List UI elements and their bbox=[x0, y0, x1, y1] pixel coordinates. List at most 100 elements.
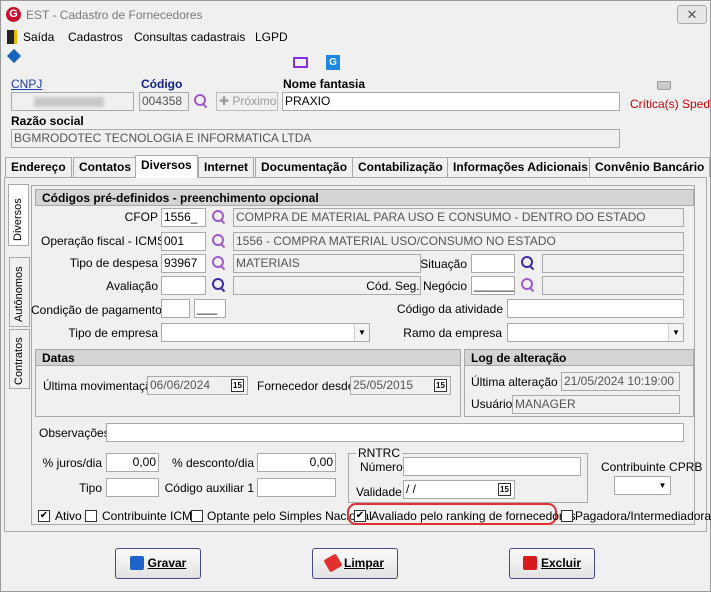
simples-nacional-checkbox[interactable] bbox=[191, 510, 203, 522]
tab-informacoes-adicionais[interactable]: Informações Adicionais bbox=[447, 157, 594, 177]
situacao-label: Situação bbox=[420, 257, 467, 271]
tipo-empresa-select[interactable]: ▼ bbox=[161, 323, 370, 342]
opfiscal-field[interactable]: 001 bbox=[161, 232, 206, 251]
calendar-icon[interactable]: 15 bbox=[498, 483, 511, 496]
cfop-description: COMPRA DE MATERIAL PARA USO E CONSUMO - … bbox=[233, 208, 684, 227]
fornecedor-desde-label: Fornecedor desde bbox=[257, 379, 355, 393]
pagadora-checkbox[interactable] bbox=[561, 510, 573, 522]
menu-saida[interactable]: Saída bbox=[23, 30, 54, 44]
contribuinte-icms-label: Contribuinte ICMS bbox=[102, 509, 201, 523]
tipo-label: Tipo bbox=[79, 481, 102, 495]
cfop-label: CFOP bbox=[124, 210, 158, 224]
contribuinte-cprb-label: Contribuinte CPRB bbox=[601, 460, 703, 474]
tab-contatos[interactable]: Contatos bbox=[73, 157, 137, 177]
critica-sped-link[interactable]: Crítica(s) Sped bbox=[630, 97, 710, 111]
cfop-field[interactable]: 1556_ bbox=[161, 208, 206, 227]
cnpj-field[interactable] bbox=[11, 92, 134, 111]
save-icon bbox=[129, 556, 144, 570]
situacao-field[interactable] bbox=[471, 254, 515, 273]
nome-fantasia-label: Nome fantasia bbox=[283, 77, 366, 91]
proximo-button[interactable]: ✚ Próximo bbox=[216, 92, 278, 111]
title-bar: G EST - Cadastro de Fornecedores ✕ bbox=[1, 1, 710, 28]
diamond-icon[interactable] bbox=[6, 48, 22, 64]
plus-icon: ✚ bbox=[219, 94, 233, 108]
codigo-field[interactable]: 004358 bbox=[139, 92, 189, 111]
tipo-despesa-label: Tipo de despesa bbox=[69, 256, 158, 270]
menu-consultas[interactable]: Consultas cadastrais bbox=[134, 30, 245, 44]
cod-seg-negocio-field[interactable]: ______ bbox=[471, 276, 515, 295]
g-app-icon[interactable]: G bbox=[326, 55, 340, 70]
contribuinte-cprb-select[interactable]: ▼ bbox=[614, 476, 671, 495]
tab-diversos[interactable]: Diversos bbox=[135, 155, 198, 178]
chevron-down-icon: ▼ bbox=[354, 324, 369, 341]
situacao-description bbox=[542, 254, 684, 273]
opfiscal-search-icon[interactable] bbox=[212, 234, 226, 248]
monitor-icon[interactable] bbox=[293, 57, 308, 68]
log-alteracao-header: Log de alteração bbox=[464, 349, 694, 366]
codigos-header: Códigos pré-definidos - preenchimento op… bbox=[35, 189, 694, 206]
desconto-field[interactable]: 0,00 bbox=[257, 453, 336, 472]
codigo-atividade-field[interactable] bbox=[507, 299, 684, 318]
cnpj-label[interactable]: CNPJ bbox=[11, 77, 42, 91]
limpar-button[interactable]: Limpar bbox=[312, 548, 398, 579]
observacoes-label: Observações bbox=[39, 426, 110, 440]
rntrc-numero-field[interactable] bbox=[403, 457, 581, 476]
codigo-atividade-label: Código da atividade bbox=[396, 302, 503, 316]
tab-internet[interactable]: Internet bbox=[198, 157, 255, 177]
chevron-down-icon: ▼ bbox=[655, 477, 670, 494]
ramo-empresa-label: Ramo da empresa bbox=[403, 326, 502, 340]
usuario-label: Usuário bbox=[471, 397, 513, 411]
juros-field[interactable]: 0,00 bbox=[106, 453, 159, 472]
calendar-icon[interactable]: 15 bbox=[434, 379, 447, 392]
avaliacao-search-icon[interactable] bbox=[212, 278, 226, 292]
avaliacao-label: Avaliação bbox=[106, 279, 158, 293]
codigo-auxiliar-field[interactable] bbox=[257, 478, 336, 497]
tab-contabilizacao[interactable]: Contabilização bbox=[352, 157, 449, 177]
tab-documentacao[interactable]: Documentação bbox=[255, 157, 354, 177]
menu-lgpd[interactable]: LGPD bbox=[255, 30, 288, 44]
nome-fantasia-field[interactable]: PRAXIO bbox=[282, 92, 620, 111]
side-tab-contratos[interactable]: Contratos bbox=[9, 329, 30, 389]
printer-icon[interactable] bbox=[657, 81, 671, 90]
ranking-checkbox[interactable]: ✔ bbox=[354, 510, 366, 522]
codigo-auxiliar-label: Código auxiliar 1 bbox=[164, 481, 254, 495]
limpar-label: Limpar bbox=[343, 556, 384, 570]
main-window: G EST - Cadastro de Fornecedores ✕ Saída… bbox=[0, 0, 711, 592]
cnpj-blurred-value bbox=[34, 97, 104, 107]
trash-icon bbox=[522, 556, 537, 570]
menu-bar: Saída Cadastros Consultas cadastrais LGP… bbox=[1, 28, 710, 70]
situacao-search-icon[interactable] bbox=[521, 256, 535, 270]
menu-cadastros[interactable]: Cadastros bbox=[68, 30, 123, 44]
calendar-icon[interactable]: 15 bbox=[231, 379, 244, 392]
pagadora-label: Pagadora/Intermediadora bbox=[575, 509, 711, 523]
cod-seg-negocio-description bbox=[542, 276, 684, 295]
rntrc-numero-label: Número bbox=[360, 460, 403, 474]
gravar-button[interactable]: Gravar bbox=[115, 548, 201, 579]
tipo-field[interactable] bbox=[106, 478, 159, 497]
contribuinte-icms-checkbox[interactable] bbox=[85, 510, 97, 522]
side-tab-autonomos[interactable]: Autônomos bbox=[9, 257, 30, 327]
cfop-search-icon[interactable] bbox=[212, 210, 226, 224]
ultima-movimentacao-label: Última movimentação bbox=[43, 379, 159, 393]
close-button[interactable]: ✕ bbox=[677, 5, 707, 24]
codigo-search-icon[interactable] bbox=[194, 94, 208, 108]
ultima-alteracao-label: Última alteração bbox=[471, 375, 558, 389]
ramo-empresa-select[interactable]: ▼ bbox=[507, 323, 684, 342]
opfiscal-description: 1556 - COMPRA MATERIAL USO/CONSUMO NO ES… bbox=[233, 232, 684, 251]
tab-endereco[interactable]: Endereço bbox=[5, 157, 72, 177]
condicao-pagamento-field[interactable] bbox=[161, 299, 190, 318]
observacoes-field[interactable] bbox=[106, 423, 684, 442]
condicao-pagamento-label: Condição de pagamento bbox=[31, 303, 162, 317]
tipo-despesa-search-icon[interactable] bbox=[212, 256, 226, 270]
opfiscal-label: Operação fiscal - ICMS bbox=[41, 234, 166, 248]
side-tab-diversos[interactable]: Diversos bbox=[8, 184, 29, 246]
tipo-despesa-description: MATERIAIS bbox=[233, 254, 421, 273]
ativo-checkbox[interactable]: ✔ bbox=[38, 510, 50, 522]
razao-social-field[interactable]: BGMRODOTEC TECNOLOGIA E INFORMATICA LTDA bbox=[11, 129, 620, 148]
excluir-button[interactable]: Excluir bbox=[509, 548, 595, 579]
cod-seg-negocio-search-icon[interactable] bbox=[521, 278, 535, 292]
condicao-pagamento-field-2[interactable]: ___ bbox=[194, 299, 226, 318]
avaliacao-field[interactable] bbox=[161, 276, 206, 295]
tipo-despesa-field[interactable]: 93967 bbox=[161, 254, 206, 273]
tab-convenio-bancario[interactable]: Convênio Bancário bbox=[589, 157, 711, 177]
